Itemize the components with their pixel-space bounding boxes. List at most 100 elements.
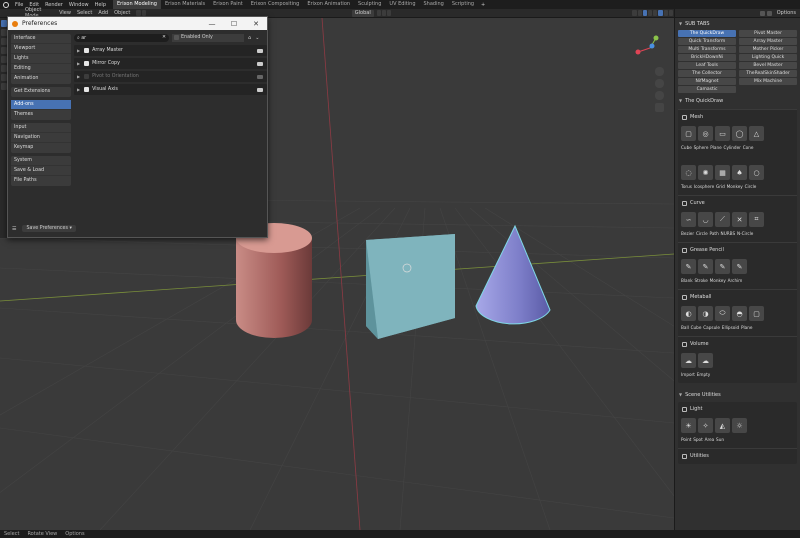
xray-icon[interactable]	[647, 10, 653, 16]
solid-shading-icon[interactable]	[658, 10, 663, 16]
quickdraw-header[interactable]: ▼ The QuickDraw	[675, 95, 800, 107]
expand-arrow-icon[interactable]: ▶	[77, 48, 80, 53]
view-icon[interactable]	[759, 10, 765, 16]
material-shading-icon[interactable]	[663, 10, 668, 16]
add-path-button[interactable]: ⟋	[715, 212, 730, 227]
nav-add-ons[interactable]: Add-ons	[11, 100, 71, 110]
gizmo-icon[interactable]	[637, 10, 642, 16]
import-volume-button[interactable]: ☁	[681, 353, 696, 368]
enabled-only-toggle[interactable]: Enabled Only	[172, 33, 244, 42]
menu-window[interactable]: Window	[66, 2, 92, 8]
add-bezier-button[interactable]: ∽	[681, 212, 696, 227]
proportional-icon[interactable]	[387, 10, 392, 16]
addon-row[interactable]: ▶ Pivot to Orientation	[74, 71, 267, 82]
addon-enabled-checkbox[interactable]	[84, 61, 90, 66]
workspace-tab[interactable]: Sculpting	[354, 0, 385, 9]
add-icosphere-button[interactable]: ✺	[698, 165, 713, 180]
add-area-light-button[interactable]: ◭	[715, 418, 730, 433]
subtab[interactable]: Lighting Quick	[739, 54, 797, 61]
expand-arrow-icon[interactable]: ▶	[77, 61, 80, 66]
subtab[interactable]: Array Master	[739, 38, 797, 45]
workspace-tab[interactable]: Erixon Modeling	[113, 0, 161, 9]
pivot-icon[interactable]	[376, 10, 381, 16]
add-curve-circle-button[interactable]: ◡	[698, 212, 713, 227]
options-dropdown[interactable]: Options	[775, 10, 798, 16]
orientation-select[interactable]: Global	[351, 9, 374, 17]
camera-icon[interactable]	[766, 10, 772, 16]
nav-lights[interactable]: Lights	[11, 54, 71, 64]
add-cone-button[interactable]: △	[749, 126, 764, 141]
subtab[interactable]: Mix Machine	[739, 78, 797, 85]
nav-editing[interactable]: Editing	[11, 64, 71, 74]
add-stroke-gp-button[interactable]: ✎	[698, 259, 713, 274]
nav-input[interactable]: Input	[11, 123, 71, 133]
add-monkey-button[interactable]: ♠	[732, 165, 747, 180]
add-monkey-gp-button[interactable]: ✎	[715, 259, 730, 274]
add-circle-button[interactable]: ○	[749, 165, 764, 180]
scene-utilities-header[interactable]: ▼ Scene Utilities	[675, 389, 800, 401]
add-ncircle-button[interactable]: ⌗	[749, 212, 764, 227]
wireframe-shading-icon[interactable]	[653, 10, 658, 16]
nav-interface[interactable]: Interface	[11, 34, 71, 44]
addon-enabled-checkbox[interactable]	[84, 48, 90, 53]
menu-help[interactable]: Help	[92, 2, 109, 8]
nav-save-load[interactable]: Save & Load	[11, 166, 71, 176]
add-meta-cube-button[interactable]: ◑	[698, 306, 713, 321]
workspace-tab[interactable]: UV Editing	[385, 0, 419, 9]
nav-viewport[interactable]: Viewport	[11, 44, 71, 54]
subtab[interactable]: Camastic	[678, 86, 736, 93]
sub-tabs-header[interactable]: ▼ SUB TABS	[675, 18, 800, 30]
subtab[interactable]: BrickHDownNi	[678, 54, 736, 61]
add-meta-ball-button[interactable]: ◐	[681, 306, 696, 321]
addon-row[interactable]: ▶ Mirror Copy	[74, 58, 267, 69]
addon-enabled-checkbox[interactable]	[84, 87, 90, 92]
add-archim-gp-button[interactable]: ✎	[732, 259, 747, 274]
preferences-titlebar[interactable]: Preferences — ☐ ✕	[8, 17, 267, 30]
subtab[interactable]: The Collector	[678, 70, 736, 77]
nav-themes[interactable]: Themes	[11, 110, 71, 120]
nav-keymap[interactable]: Keymap	[11, 143, 71, 153]
folder-icon[interactable]	[257, 74, 263, 79]
add-torus-button[interactable]: ◌	[681, 165, 696, 180]
add-cube-button[interactable]: ▢	[681, 126, 696, 141]
visibility-icon[interactable]	[632, 10, 637, 16]
add-meta-capsule-button[interactable]: ⬭	[715, 306, 730, 321]
filter-tag-icon[interactable]: ⌂	[248, 35, 251, 41]
add-sphere-button[interactable]: ◎	[698, 126, 713, 141]
workspace-tab[interactable]: Shading	[420, 0, 448, 9]
folder-icon[interactable]	[257, 61, 263, 66]
blender-logo-icon[interactable]	[3, 1, 9, 8]
add-workspace-button[interactable]: +	[478, 2, 488, 8]
addon-enabled-checkbox[interactable]	[84, 74, 90, 79]
hamburger-menu-icon[interactable]: ☰	[12, 226, 16, 232]
empty-volume-button[interactable]: ☁	[698, 353, 713, 368]
nav-get-extensions[interactable]: Get Extensions	[11, 87, 71, 97]
chevron-down-icon[interactable]: ⌄	[255, 35, 259, 41]
workspace-tab[interactable]: Erixon Materials	[161, 0, 209, 9]
subtab[interactable]: Multi Transforms	[678, 46, 736, 53]
nav-animation[interactable]: Animation	[11, 74, 71, 84]
expand-arrow-icon[interactable]: ▶	[77, 87, 80, 92]
add-cylinder-button[interactable]: ◯	[732, 126, 747, 141]
snap-toggle-icon[interactable]	[381, 10, 387, 16]
add-grid-button[interactable]: ▦	[715, 165, 730, 180]
add-point-light-button[interactable]: ☀	[681, 418, 696, 433]
render-shading-icon[interactable]	[668, 10, 673, 16]
nav-system[interactable]: System	[11, 156, 71, 166]
add-nurbs-button[interactable]: ✕	[732, 212, 747, 227]
folder-icon[interactable]	[257, 87, 263, 92]
subtab[interactable]: Quick Transform	[678, 38, 736, 45]
add-meta-ellipsoid-button[interactable]: ◓	[732, 306, 747, 321]
add-plane-button[interactable]: ▭	[715, 126, 730, 141]
folder-icon[interactable]	[257, 48, 263, 53]
minimize-icon[interactable]: —	[201, 20, 223, 28]
enabled-only-checkbox[interactable]	[174, 35, 179, 40]
subtab[interactable]: Pivot Master	[739, 30, 797, 37]
clear-search-icon[interactable]: ✕	[162, 35, 166, 40]
subtab[interactable]: TheRealSkinShader	[739, 70, 797, 77]
addon-row[interactable]: ▶ Visual Axis	[74, 84, 267, 95]
add-meta-plane-button[interactable]: ▢	[749, 306, 764, 321]
subtab[interactable]: Bevel Master	[739, 62, 797, 69]
expand-arrow-icon[interactable]: ▶	[77, 74, 80, 79]
nav-file-paths[interactable]: File Paths	[11, 176, 71, 186]
